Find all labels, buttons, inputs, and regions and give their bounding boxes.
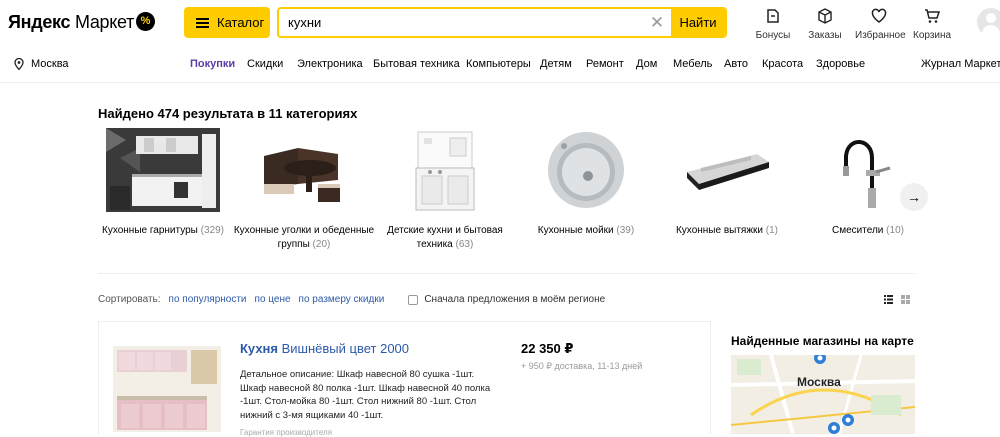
logo-bold: Яндекс [8, 12, 71, 32]
kitchen-set-image [106, 128, 220, 216]
orders-label: Заказы [808, 30, 842, 41]
checkbox-icon [408, 294, 419, 305]
sort-popularity[interactable]: по популярности [169, 294, 247, 305]
product-title-bold: Кухня [240, 341, 278, 356]
logo-light: Маркет [74, 12, 135, 32]
orders-icon [818, 8, 832, 24]
list-view-icon[interactable] [884, 295, 893, 304]
bonus-label: Бонусы [755, 30, 791, 41]
product-price: 22 350 ₽ [521, 341, 574, 356]
map-title: Найденные магазины на карте [731, 334, 914, 348]
category-card-kids-kitchens[interactable]: Детские кухни и бытовая техника (63) [374, 128, 516, 252]
sort-price[interactable]: по цене [255, 294, 291, 305]
divider [710, 321, 711, 434]
heart-icon [871, 8, 887, 23]
product-warranty: Гарантия производителя [240, 428, 333, 437]
cart-icon [925, 9, 941, 23]
product-description: Детальное описание: Шкаф навесной 80 суш… [240, 369, 491, 421]
nav-item-home[interactable]: Дом [636, 58, 657, 70]
arrow-right-icon[interactable]: → [900, 183, 928, 211]
location-pin-icon [14, 58, 24, 70]
grid-view-icon[interactable] [901, 295, 910, 304]
sink-image [544, 128, 628, 216]
location-selector[interactable]: Москва [14, 58, 69, 70]
divider [0, 82, 1000, 83]
clear-search-icon[interactable]: ✕ [643, 9, 671, 36]
promo-badge-icon[interactable]: % [136, 12, 155, 31]
map-pin-icon[interactable] [813, 355, 827, 365]
map-pin-icon[interactable] [827, 421, 841, 434]
category-card-kitchen-sets[interactable]: Кухонные гарнитуры (329) [92, 128, 234, 238]
nav-item-purchases[interactable]: Покупки [190, 58, 235, 70]
nav-item-discounts[interactable]: Скидки [247, 58, 283, 70]
nav-item-furniture[interactable]: Мебель [673, 58, 712, 70]
map-roads [731, 355, 915, 434]
menu-icon [196, 17, 209, 28]
nav-item-repair[interactable]: Ремонт [586, 58, 624, 70]
category-count: (329) [200, 225, 224, 236]
category-label: Кухонные мойки [537, 225, 614, 236]
sort-label: Сортировать: [98, 294, 161, 305]
bonus-button[interactable]: Бонусы [755, 8, 791, 41]
category-count: (10) [886, 225, 904, 236]
cart-button[interactable]: Корзина [913, 8, 951, 41]
nav-item-health[interactable]: Здоровье [816, 58, 865, 70]
product-title[interactable]: Кухня Вишнёвый цвет 2000 [240, 341, 409, 356]
kitchen-corner-image [258, 128, 350, 216]
map-city-label: Москва [797, 375, 841, 389]
category-label: Кухонные гарнитуры [102, 225, 198, 236]
category-label: Смесители [832, 225, 884, 236]
sort-bar: Сортировать: по популярности по цене по … [98, 294, 605, 305]
map-pin-icon[interactable] [841, 413, 855, 427]
nav-item-appliances[interactable]: Бытовая техника [373, 58, 460, 70]
avatar[interactable] [977, 8, 1000, 36]
category-count: (39) [616, 225, 635, 236]
nav-item-journal[interactable]: Журнал Маркета [921, 58, 1000, 70]
category-card-sinks[interactable]: Кухонные мойки (39) [515, 128, 657, 238]
bonus-icon [767, 9, 779, 23]
category-count: (63) [455, 239, 474, 250]
sort-discount[interactable]: по размеру скидки [299, 294, 385, 305]
search-bar: ✕ Найти [277, 7, 727, 38]
orders-button[interactable]: Заказы [807, 8, 843, 41]
product-card: Кухня Вишнёвый цвет 2000 Детальное описа… [98, 321, 710, 437]
nav-item-electronics[interactable]: Электроника [297, 58, 363, 70]
cart-label: Корзина [913, 30, 952, 41]
product-delivery: + 950 ₽ доставка, 11-13 дней [521, 361, 643, 371]
nav-item-auto[interactable]: Авто [724, 58, 748, 70]
find-button[interactable]: Найти [671, 9, 725, 36]
search-input[interactable] [279, 9, 643, 36]
hood-image [681, 128, 773, 216]
catalog-button[interactable]: Каталог [184, 7, 270, 38]
nav-item-kids[interactable]: Детям [540, 58, 572, 70]
category-count: (20) [312, 239, 331, 250]
results-title: Найдено 474 результата в 11 категориях [98, 106, 358, 121]
category-label: Детские кухни и бытовая техника [387, 225, 503, 250]
nav-item-beauty[interactable]: Красота [762, 58, 803, 70]
favorites-button[interactable]: Избранное [855, 8, 906, 41]
region-checkbox-label: Сначала предложения в моём регионе [424, 294, 606, 305]
kids-kitchen-image [410, 128, 480, 216]
catalog-label: Каталог [217, 15, 265, 30]
nav-item-computers[interactable]: Компьютеры [466, 58, 531, 70]
category-nav: Москва Покупки Скидки Электроника Бытова… [0, 52, 1000, 76]
yandex-market-logo[interactable]: Яндекс Маркет [8, 12, 134, 33]
region-checkbox[interactable]: Сначала предложения в моём регионе [408, 294, 605, 305]
product-title-rest: Вишнёвый цвет 2000 [281, 341, 410, 356]
category-count: (1) [765, 225, 778, 236]
favorites-label: Избранное [855, 30, 906, 41]
category-card-hoods[interactable]: Кухонные вытяжки (1) [656, 128, 798, 238]
divider [98, 273, 915, 274]
category-label: Кухонные вытяжки [675, 225, 763, 236]
category-label: Кухонные уголки и обеденные группы [233, 225, 375, 250]
faucet-image [838, 128, 898, 216]
shops-map[interactable]: Москва [731, 355, 915, 434]
header: Яндекс Маркет % Каталог ✕ Найти Бонусы З… [0, 0, 1000, 46]
product-image[interactable] [113, 346, 221, 432]
category-card-corners[interactable]: Кухонные уголки и обеденные группы (20) [233, 128, 375, 252]
location-label: Москва [31, 58, 69, 70]
